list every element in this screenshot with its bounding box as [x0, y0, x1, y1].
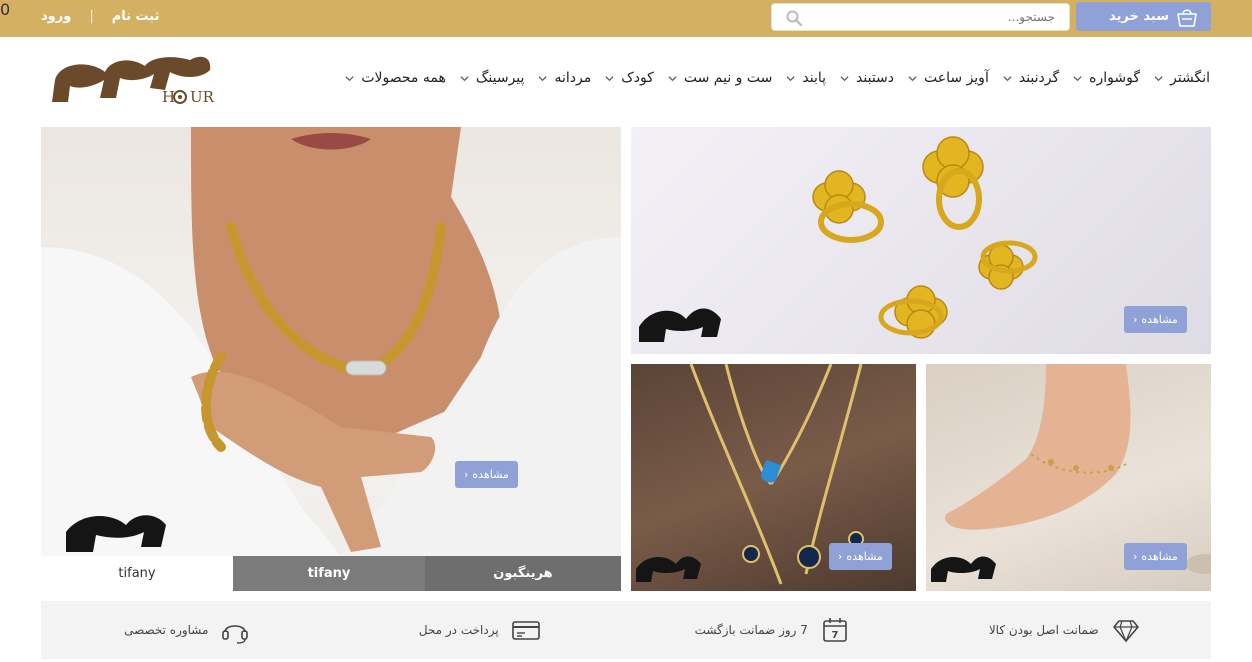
chevron-down-icon	[1003, 75, 1012, 81]
auth-divider: |	[89, 9, 94, 24]
search-box	[771, 3, 1070, 31]
chevron-down-icon	[908, 75, 917, 81]
shopping-bag-icon	[1177, 8, 1197, 27]
view-button[interactable]: › مشاهده	[829, 543, 892, 570]
banner-necklaces[interactable]: › مشاهده	[631, 364, 916, 591]
search-icon[interactable]	[786, 10, 802, 26]
nav-item-rings[interactable]: انگشتر	[1154, 70, 1210, 86]
cart-label: سبد خرید	[1109, 9, 1169, 24]
tab-herringbone[interactable]: هرینگبون	[425, 556, 621, 591]
chevron-down-icon	[605, 75, 614, 81]
nav-item-all-products[interactable]: همه محصولات	[345, 70, 446, 86]
diamond-icon	[1112, 620, 1139, 643]
feature-authenticity: ضمانت اصل بودن کالا	[919, 601, 1212, 659]
chevron-down-icon	[786, 75, 795, 81]
feature-consultation: مشاوره تخصصی	[41, 601, 334, 659]
banner-main-necklace[interactable]: › مشاهده	[41, 127, 621, 556]
search-input[interactable]	[808, 4, 1063, 30]
nav-item-watch-charms[interactable]: آویز ساعت	[908, 70, 989, 86]
main-nav: انگشتر گوشواره گردنبند آویز ساعت دستبند …	[331, 70, 1210, 86]
chevron-down-icon	[840, 75, 849, 81]
chevron-down-icon	[1073, 75, 1082, 81]
headset-icon	[222, 625, 249, 644]
top-bar: ورود | ثبت نام سبد خرید 0	[0, 0, 1252, 37]
svg-text:7: 7	[831, 630, 838, 641]
chevron-down-icon	[538, 75, 547, 81]
view-button[interactable]: › مشاهده	[1124, 306, 1187, 333]
hour-logo[interactable]: H UR	[50, 50, 215, 110]
nav-item-necklaces[interactable]: گردنبند	[1003, 70, 1059, 86]
chevron-down-icon	[1154, 75, 1163, 81]
nav-item-bracelets[interactable]: دستبند	[840, 70, 894, 86]
banner-anklets[interactable]: › مشاهده	[926, 364, 1211, 591]
cart-button[interactable]: سبد خرید	[1076, 2, 1211, 31]
nav-item-men[interactable]: مردانه	[538, 70, 591, 86]
chevron-down-icon	[668, 75, 677, 81]
feature-return-guarantee: 7 7 روز ضمانت بازگشت	[626, 601, 919, 659]
chevron-down-icon	[460, 75, 469, 81]
login-link[interactable]: ورود	[41, 9, 71, 24]
nav-item-earrings[interactable]: گوشواره	[1073, 70, 1140, 86]
nav-item-sets[interactable]: ست و نیم ست	[668, 70, 772, 86]
view-button[interactable]: › مشاهده	[455, 461, 518, 488]
register-link[interactable]: ثبت نام	[112, 9, 160, 24]
banner-main-image	[41, 127, 621, 556]
feature-cash-on-delivery: پرداخت در محل	[334, 601, 627, 659]
view-button[interactable]: › مشاهده	[1124, 543, 1187, 570]
credit-card-icon	[511, 621, 540, 640]
chevron-down-icon	[345, 75, 354, 81]
features-bar: ضمانت اصل بودن کالا 7 7 روز ضمانت بازگشت…	[41, 601, 1211, 659]
calendar-icon: 7	[823, 618, 847, 642]
tab-tifany[interactable]: tifany	[233, 556, 425, 591]
nav-item-piercing[interactable]: پیرسینگ	[460, 70, 524, 86]
nav-item-anklets[interactable]: پابند	[786, 70, 826, 86]
banner-rings[interactable]: › مشاهده	[631, 127, 1211, 354]
svg-text:UR: UR	[190, 88, 215, 106]
auth-links: ورود | ثبت نام	[41, 9, 160, 24]
tab-tifany-active[interactable]: tifany	[41, 556, 233, 591]
nav-item-kids[interactable]: کودک	[605, 70, 654, 86]
slider-tabs: tifany tifany هرینگبون	[41, 556, 621, 591]
